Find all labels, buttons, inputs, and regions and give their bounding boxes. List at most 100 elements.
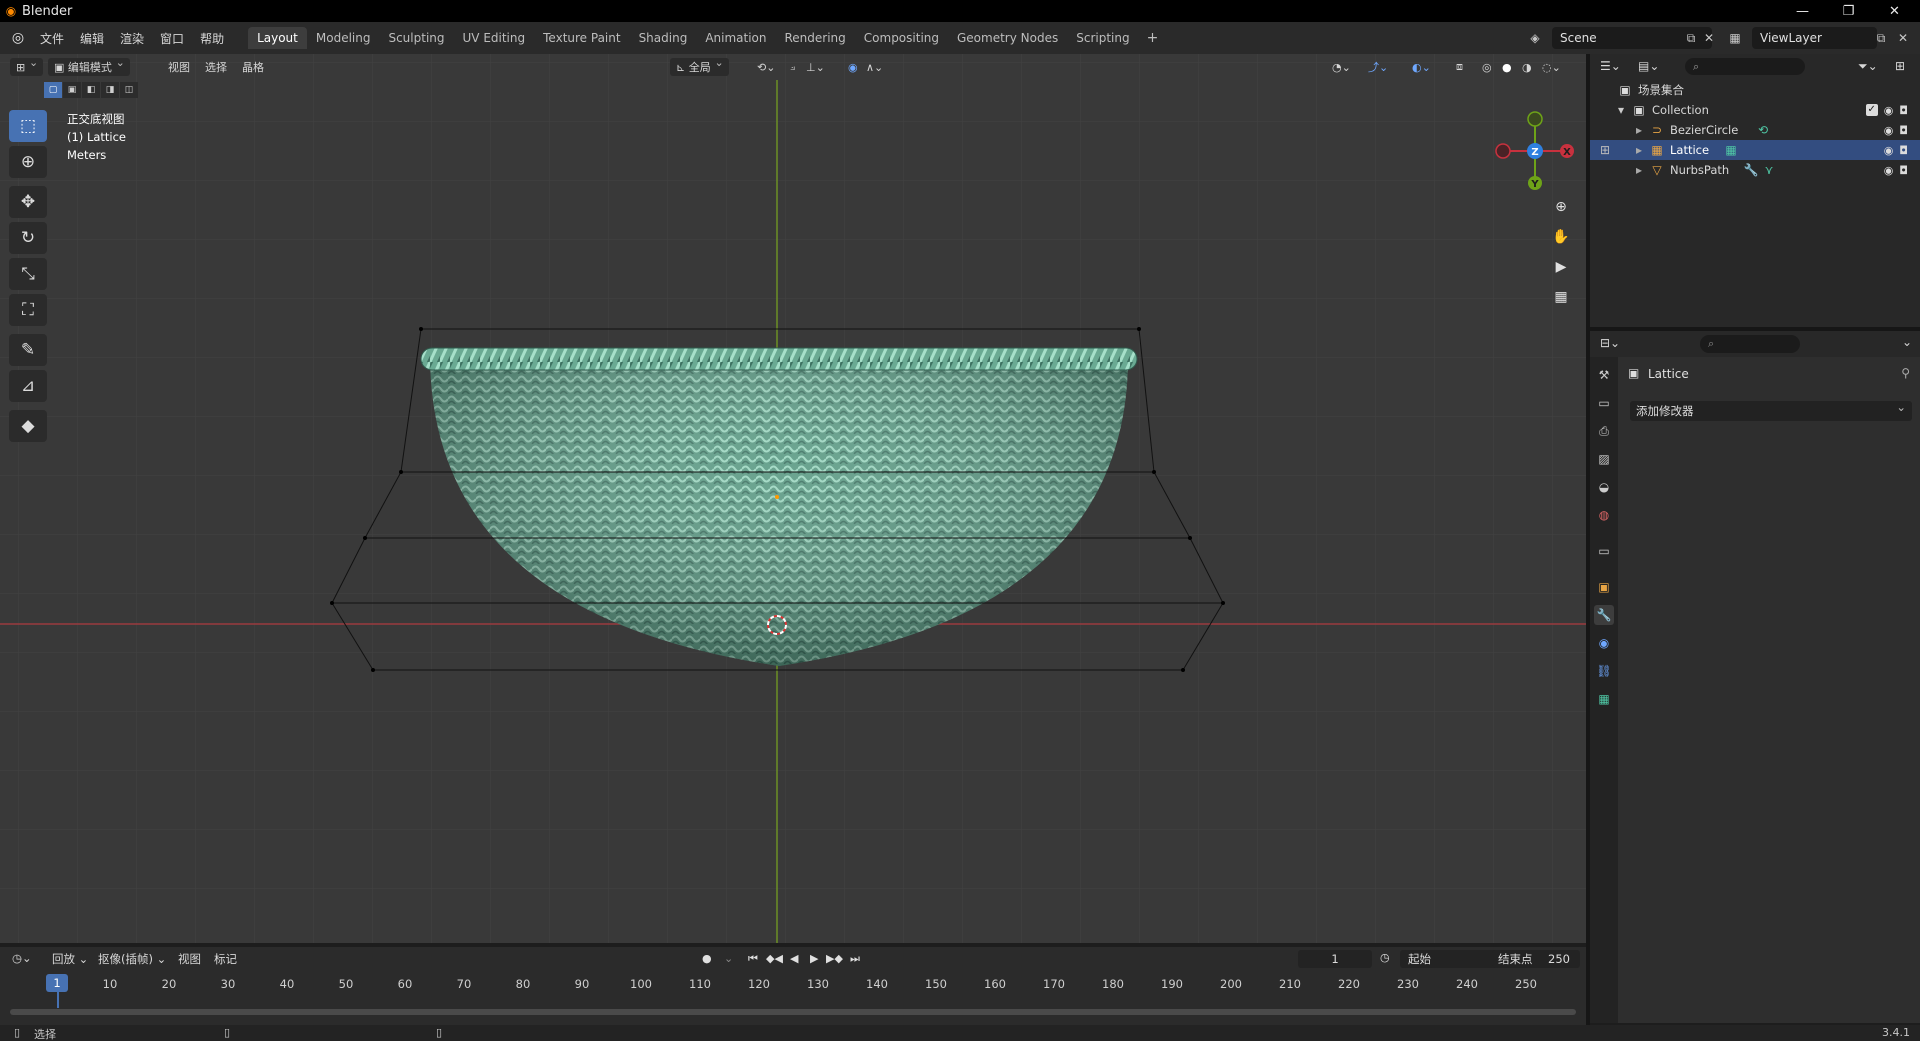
menu-edit[interactable]: 编辑 — [72, 30, 112, 47]
menu-file[interactable]: 文件 — [32, 30, 72, 47]
camera-icon[interactable]: ◘ — [1899, 124, 1908, 137]
timeline-scrollbar[interactable] — [10, 1009, 1576, 1015]
eye-icon[interactable]: ◉ — [1884, 164, 1894, 177]
camera-icon[interactable]: ◘ — [1899, 104, 1908, 117]
current-frame-field[interactable]: 1 — [1298, 950, 1372, 968]
proportional-edit-icon[interactable]: ◉ — [848, 58, 858, 76]
outliner-item-nurbspath[interactable]: ▸ ▽ NurbsPath 🔧 ⋎ ◉ ◘ — [1590, 160, 1920, 180]
rotate-tool-icon[interactable]: ↻ — [9, 222, 47, 254]
record-icon[interactable]: ● — [702, 952, 712, 965]
pivot-point-icon[interactable]: ⟲⌄ — [757, 58, 775, 76]
tab-uv-editing[interactable]: UV Editing — [454, 27, 535, 49]
camera-icon[interactable]: ◘ — [1899, 164, 1908, 177]
move-tool-icon[interactable]: ✥ — [9, 186, 47, 218]
preview-range-icon[interactable]: ◷ — [1380, 951, 1390, 964]
tab-compositing[interactable]: Compositing — [855, 27, 948, 49]
select-subtract-icon[interactable]: ◧ — [82, 82, 100, 98]
options-chevron-icon[interactable]: ⌄ — [1902, 335, 1912, 349]
expand-arrow-icon[interactable]: ▸ — [1632, 123, 1646, 137]
zoom-icon[interactable]: ⊕ — [1549, 195, 1573, 219]
menu-help[interactable]: 帮助 — [192, 30, 232, 47]
measure-tool-icon[interactable]: ⊿ — [9, 370, 47, 402]
scene-collection-row[interactable]: ▣ 场景集合 — [1590, 80, 1920, 100]
tab-collection-icon[interactable]: ▭ — [1594, 541, 1614, 561]
delete-scene-icon[interactable]: ✕ — [1700, 29, 1718, 47]
outliner-item-beziercircle[interactable]: ▸ ⊃ BezierCircle ⟲ ◉ ◘ — [1590, 120, 1920, 140]
display-mode-icon[interactable]: ▤⌄ — [1638, 59, 1659, 73]
tab-geometry-nodes[interactable]: Geometry Nodes — [948, 27, 1067, 49]
eye-icon[interactable]: ◉ — [1884, 104, 1894, 117]
add-modifier-dropdown[interactable]: 添加修改器 — [1630, 400, 1912, 421]
jump-end-icon[interactable]: ⏭ — [850, 952, 860, 966]
tab-tool-icon[interactable]: ⚒ — [1594, 365, 1614, 385]
wireframe-shading-icon[interactable]: ◎ — [1482, 58, 1492, 76]
editor-type-button[interactable]: ⊞ — [10, 56, 44, 76]
collapse-arrow-icon[interactable]: ▾ — [1614, 103, 1628, 117]
expand-arrow-icon[interactable]: ▸ — [1632, 163, 1646, 177]
annotate-tool-icon[interactable]: ✎ — [9, 334, 47, 366]
curve-data-icon[interactable]: ⟲ — [1756, 123, 1770, 137]
pan-hand-icon[interactable]: ✋ — [1549, 225, 1573, 249]
pin-icon[interactable]: ⚲ — [1901, 366, 1910, 380]
tab-output-icon[interactable]: ⎙ — [1594, 421, 1614, 441]
transform-orientation-dropdown[interactable]: ⊾ 全局 — [670, 56, 729, 76]
editor-type-icon[interactable]: ⊞ — [10, 56, 44, 76]
play-icon[interactable]: ▶ — [810, 952, 818, 965]
select-invert-icon[interactable]: ◨ — [101, 82, 119, 98]
properties-editor-icon[interactable]: ⊟⌄ — [1600, 336, 1620, 350]
tab-scripting[interactable]: Scripting — [1067, 27, 1138, 49]
tab-animation[interactable]: Animation — [696, 27, 775, 49]
add-workspace-button[interactable]: + — [1139, 30, 1167, 46]
end-frame-field[interactable]: 结束点 250 — [1492, 950, 1580, 968]
tab-shading[interactable]: Shading — [630, 27, 697, 49]
playhead[interactable]: 1 — [46, 974, 68, 992]
rendered-shading-icon[interactable]: ◌⌄ — [1542, 58, 1561, 76]
camera-icon[interactable]: ◘ — [1899, 144, 1908, 157]
tab-view-layer-icon[interactable]: ▨ — [1594, 449, 1614, 469]
perspective-toggle-icon[interactable]: ▦ — [1549, 285, 1573, 309]
scene-selector-icon[interactable]: ◈ — [1526, 29, 1544, 47]
menu-lattice[interactable]: 晶格 — [242, 58, 264, 76]
3d-viewport[interactable]: Y X Z ⊞ ▣ 编辑模式 视图 选择 晶格 ⊾ 全局 ⟲⌄ ⟓ ⊥⌄ ◉ ∧… — [0, 54, 1586, 943]
tab-modifier-icon[interactable]: 🔧 — [1594, 605, 1614, 625]
new-view-layer-icon[interactable]: ⧉ — [1872, 29, 1890, 47]
tab-sculpting[interactable]: Sculpting — [379, 27, 453, 49]
menu-window[interactable]: 窗口 — [152, 30, 192, 47]
timeline-view-menu[interactable]: 视图 — [178, 951, 201, 967]
select-intersect-icon[interactable]: ◫ — [120, 82, 138, 98]
curve-data-icon[interactable]: ⋎ — [1762, 163, 1776, 177]
menu-render[interactable]: 渲染 — [112, 30, 152, 47]
material-shading-icon[interactable]: ◑ — [1522, 58, 1532, 76]
select-box-tool-icon[interactable]: ⬚ — [9, 110, 47, 142]
tab-modeling[interactable]: Modeling — [307, 27, 380, 49]
timeline-editor-icon[interactable]: ◷⌄ — [12, 951, 32, 965]
xray-toggle-icon[interactable]: ⧈ — [1456, 58, 1463, 76]
edit-mode-row-icon[interactable]: ⊞ — [1598, 143, 1612, 157]
scale-tool-icon[interactable]: ⤡ — [9, 258, 47, 290]
tab-rendering[interactable]: Rendering — [776, 27, 855, 49]
close-button[interactable]: ✕ — [1872, 0, 1917, 22]
tab-constraints-icon[interactable]: ⛓ — [1594, 661, 1614, 681]
outliner-search-input[interactable]: ⌕ — [1685, 58, 1805, 75]
add-cube-tool-icon[interactable]: ◆ — [9, 410, 47, 442]
next-keyframe-icon[interactable]: ▶◆ — [826, 952, 843, 965]
outliner-editor-icon[interactable]: ☰⌄ — [1600, 59, 1621, 73]
eye-icon[interactable]: ◉ — [1884, 124, 1894, 137]
tab-scene-icon[interactable]: ◒ — [1594, 477, 1614, 497]
tab-texture-paint[interactable]: Texture Paint — [534, 27, 629, 49]
menu-select[interactable]: 选择 — [205, 58, 227, 76]
falloff-icon[interactable]: ∧⌄ — [866, 58, 883, 76]
solid-shading-icon[interactable]: ● — [1502, 58, 1512, 76]
transform-tool-icon[interactable]: ⛶ — [9, 294, 47, 326]
new-collection-icon[interactable]: ⊞ — [1895, 59, 1905, 73]
tab-world-icon[interactable]: ◍ — [1594, 505, 1614, 525]
camera-view-icon[interactable]: ▶ — [1549, 255, 1573, 279]
snap-target-icon[interactable]: ⊥⌄ — [806, 58, 825, 76]
select-extend-icon[interactable]: ▣ — [63, 82, 81, 98]
new-scene-icon[interactable]: ⧉ — [1682, 29, 1700, 47]
overlay-toggle-icon[interactable]: ◐⌄ — [1412, 58, 1431, 76]
menu-view[interactable]: 视图 — [168, 58, 190, 76]
tab-lattice-data-icon[interactable]: ▦ — [1594, 689, 1614, 709]
tab-layout[interactable]: Layout — [248, 27, 307, 49]
blender-logo-icon[interactable]: ◎ — [4, 30, 32, 46]
